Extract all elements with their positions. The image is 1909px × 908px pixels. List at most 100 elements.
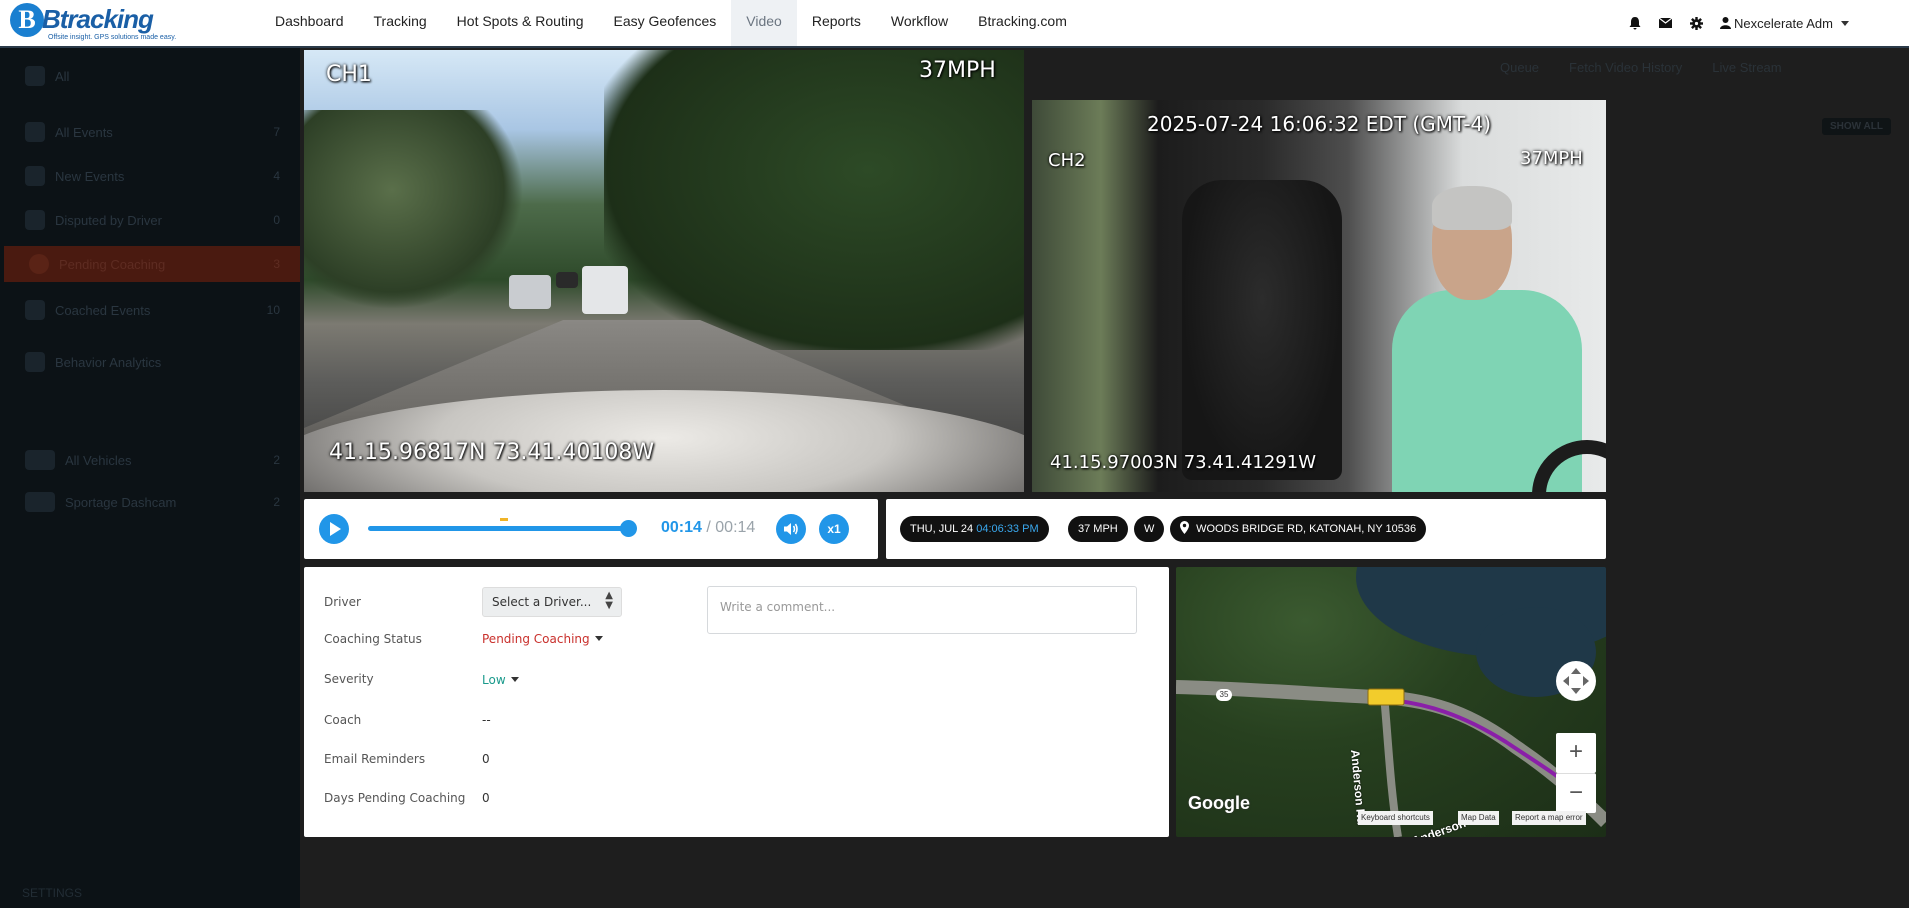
pan-arrows-icon [1563, 668, 1589, 694]
nav-btracking-com[interactable]: Btracking.com [963, 0, 1082, 46]
event-info-bar: THU, JUL 24 04:06:33 PM 37 MPH W WOODS B… [886, 499, 1606, 559]
video-toolbar: Queue Fetch Video History Live Stream [1500, 60, 1782, 75]
volume-button[interactable] [776, 514, 806, 544]
coaching-status-value: Pending Coaching [482, 632, 590, 646]
progress-handle[interactable] [620, 520, 637, 537]
map-data-link[interactable]: Map Data [1458, 811, 1499, 825]
sidebar-item-label: Behavior Analytics [55, 354, 162, 370]
select-updown-icon: ▲ ▼ [605, 590, 613, 611]
sidebar-item-label: New Events [55, 168, 125, 184]
player-controls: 00:14 / 00:14 x1 [304, 499, 878, 559]
volume-icon [784, 523, 798, 535]
event-address-badge[interactable]: WOODS BRIDGE RD, KATONAH, NY 10536 [1170, 516, 1427, 542]
current-time: 00:14 [661, 519, 702, 536]
truck-icon [25, 450, 55, 470]
zoom-in-button[interactable]: + [1556, 733, 1596, 773]
sidebar-item-pending-coaching[interactable]: Pending Coaching 3 [4, 246, 300, 282]
google-logo: Google [1188, 793, 1250, 813]
sidebar-vehicle-label: Sportage Dashcam [65, 494, 177, 510]
fetch-history-button[interactable]: Fetch Video History [1569, 60, 1682, 75]
playback-speed-button[interactable]: x1 [819, 514, 849, 544]
sidebar-item-coached-events[interactable]: Coached Events 10 [0, 292, 300, 328]
user-name: Nexcelerate Adm [1734, 15, 1833, 31]
sidebar-item-behavior-analytics[interactable]: Behavior Analytics [0, 344, 300, 380]
email-reminders-label: Email Reminders [324, 752, 426, 766]
video-vehicle [556, 272, 578, 288]
nav-reports[interactable]: Reports [797, 0, 876, 46]
bell-icon[interactable] [1627, 16, 1642, 31]
nav-easy-geofences[interactable]: Easy Geofences [599, 0, 732, 46]
sidebar-vehicle-all[interactable]: All Vehicles 2 [0, 442, 300, 478]
event-marker [500, 518, 508, 521]
time-display: 00:14 / 00:14 [661, 519, 755, 537]
live-stream-button[interactable]: Live Stream [1712, 60, 1781, 75]
map-pin-icon [1180, 521, 1189, 534]
mail-icon[interactable] [1658, 16, 1673, 31]
nav-hot-spots[interactable]: Hot Spots & Routing [442, 0, 599, 46]
sidebar-vehicle-count: 2 [273, 495, 280, 509]
user-icon [1720, 17, 1731, 29]
nav-workflow[interactable]: Workflow [876, 0, 963, 46]
sidebar-vehicle-sportage[interactable]: Sportage Dashcam 2 [0, 484, 300, 520]
comment-input[interactable]: Write a comment... [707, 586, 1137, 634]
show-all-button[interactable]: SHOW ALL [1822, 118, 1891, 135]
top-navbar: B Btracking Offsite insight. GPS solutio… [0, 0, 1909, 48]
btracking-logo[interactable]: B Btracking Offsite insight. GPS solutio… [10, 2, 176, 44]
logo-mark-icon: B [10, 3, 44, 37]
severity-label: Severity [324, 672, 374, 686]
severity-dropdown[interactable]: Low [482, 673, 519, 687]
video-channel-1[interactable]: CH1 37MPH 41.15.96817N 73.41.40108W [304, 50, 1024, 492]
gear-icon[interactable] [1689, 16, 1704, 31]
driver-label: Driver [324, 595, 361, 609]
user-menu[interactable]: Nexcelerate Adm [1720, 16, 1849, 31]
sidebar-item-count: 10 [266, 303, 280, 317]
map-pan-control[interactable] [1556, 661, 1596, 701]
coached-icon [25, 300, 45, 320]
ch2-speed: 37MPH [1520, 148, 1583, 169]
report-map-error-link[interactable]: Report a map error [1512, 811, 1586, 825]
pending-icon [29, 254, 49, 274]
event-datetime-badge: THU, JUL 24 04:06:33 PM [900, 516, 1049, 542]
days-pending-value: 0 [482, 791, 490, 805]
main-nav: Dashboard Tracking Hot Spots & Routing E… [260, 0, 1082, 46]
sidebar-item-label: All Events [55, 124, 113, 140]
sidebar-item-new-events[interactable]: New Events 4 [0, 158, 300, 194]
sidebar-vehicle-label: All Vehicles [65, 452, 132, 468]
sidebar-settings[interactable]: SETTINGS [22, 886, 82, 900]
driver-select[interactable]: Select a Driver... ▲ ▼ [482, 587, 622, 617]
sidebar-filter-label: All [55, 68, 70, 84]
nav-tracking[interactable]: Tracking [359, 0, 442, 46]
chevron-down-icon [594, 636, 603, 641]
sidebar-item-label: Coached Events [55, 302, 151, 318]
video-channel-2[interactable]: 2025-07-24 16:06:32 EDT (GMT-4) CH2 37MP… [1032, 100, 1606, 492]
sidebar-item-disputed[interactable]: Disputed by Driver 0 [0, 202, 300, 238]
sidebar-item-all-events[interactable]: All Events 7 [0, 114, 300, 150]
nav-video[interactable]: Video [731, 0, 797, 46]
sidebar-item-count: 0 [273, 213, 280, 227]
event-map[interactable]: 35 Anderson Rd Anderson + − Google Keybo… [1176, 567, 1606, 837]
coach-value: -- [482, 713, 491, 727]
sidebar-item-count: 3 [273, 257, 280, 271]
queue-button[interactable]: Queue [1500, 60, 1539, 75]
logo-tagline: Offsite insight. GPS solutions made easy… [48, 34, 177, 41]
play-button[interactable] [319, 514, 349, 544]
event-details-panel: Driver Select a Driver... ▲ ▼ Coaching St… [304, 567, 1169, 837]
days-pending-label: Days Pending Coaching [324, 791, 466, 805]
truck-icon [25, 492, 55, 512]
progress-slider[interactable] [368, 518, 637, 537]
chevron-down-icon [1841, 20, 1849, 26]
keyboard-shortcuts-link[interactable]: Keyboard shortcuts [1358, 811, 1433, 825]
coaching-status-label: Coaching Status [324, 632, 422, 646]
nav-dashboard[interactable]: Dashboard [260, 0, 359, 46]
folder-icon [25, 66, 45, 86]
driver-select-value: Select a Driver... [492, 595, 592, 609]
coach-label: Coach [324, 713, 362, 727]
zoom-out-button[interactable]: − [1556, 773, 1596, 813]
sidebar-vehicle-count: 2 [273, 453, 280, 467]
route-shield: 35 [1216, 689, 1232, 701]
event-time: 04:06:33 PM [976, 523, 1039, 535]
sidebar-filter[interactable]: All [0, 58, 300, 94]
sidebar-item-count: 4 [273, 169, 280, 183]
coaching-status-dropdown[interactable]: Pending Coaching [482, 632, 603, 646]
video-driver [1392, 186, 1582, 492]
